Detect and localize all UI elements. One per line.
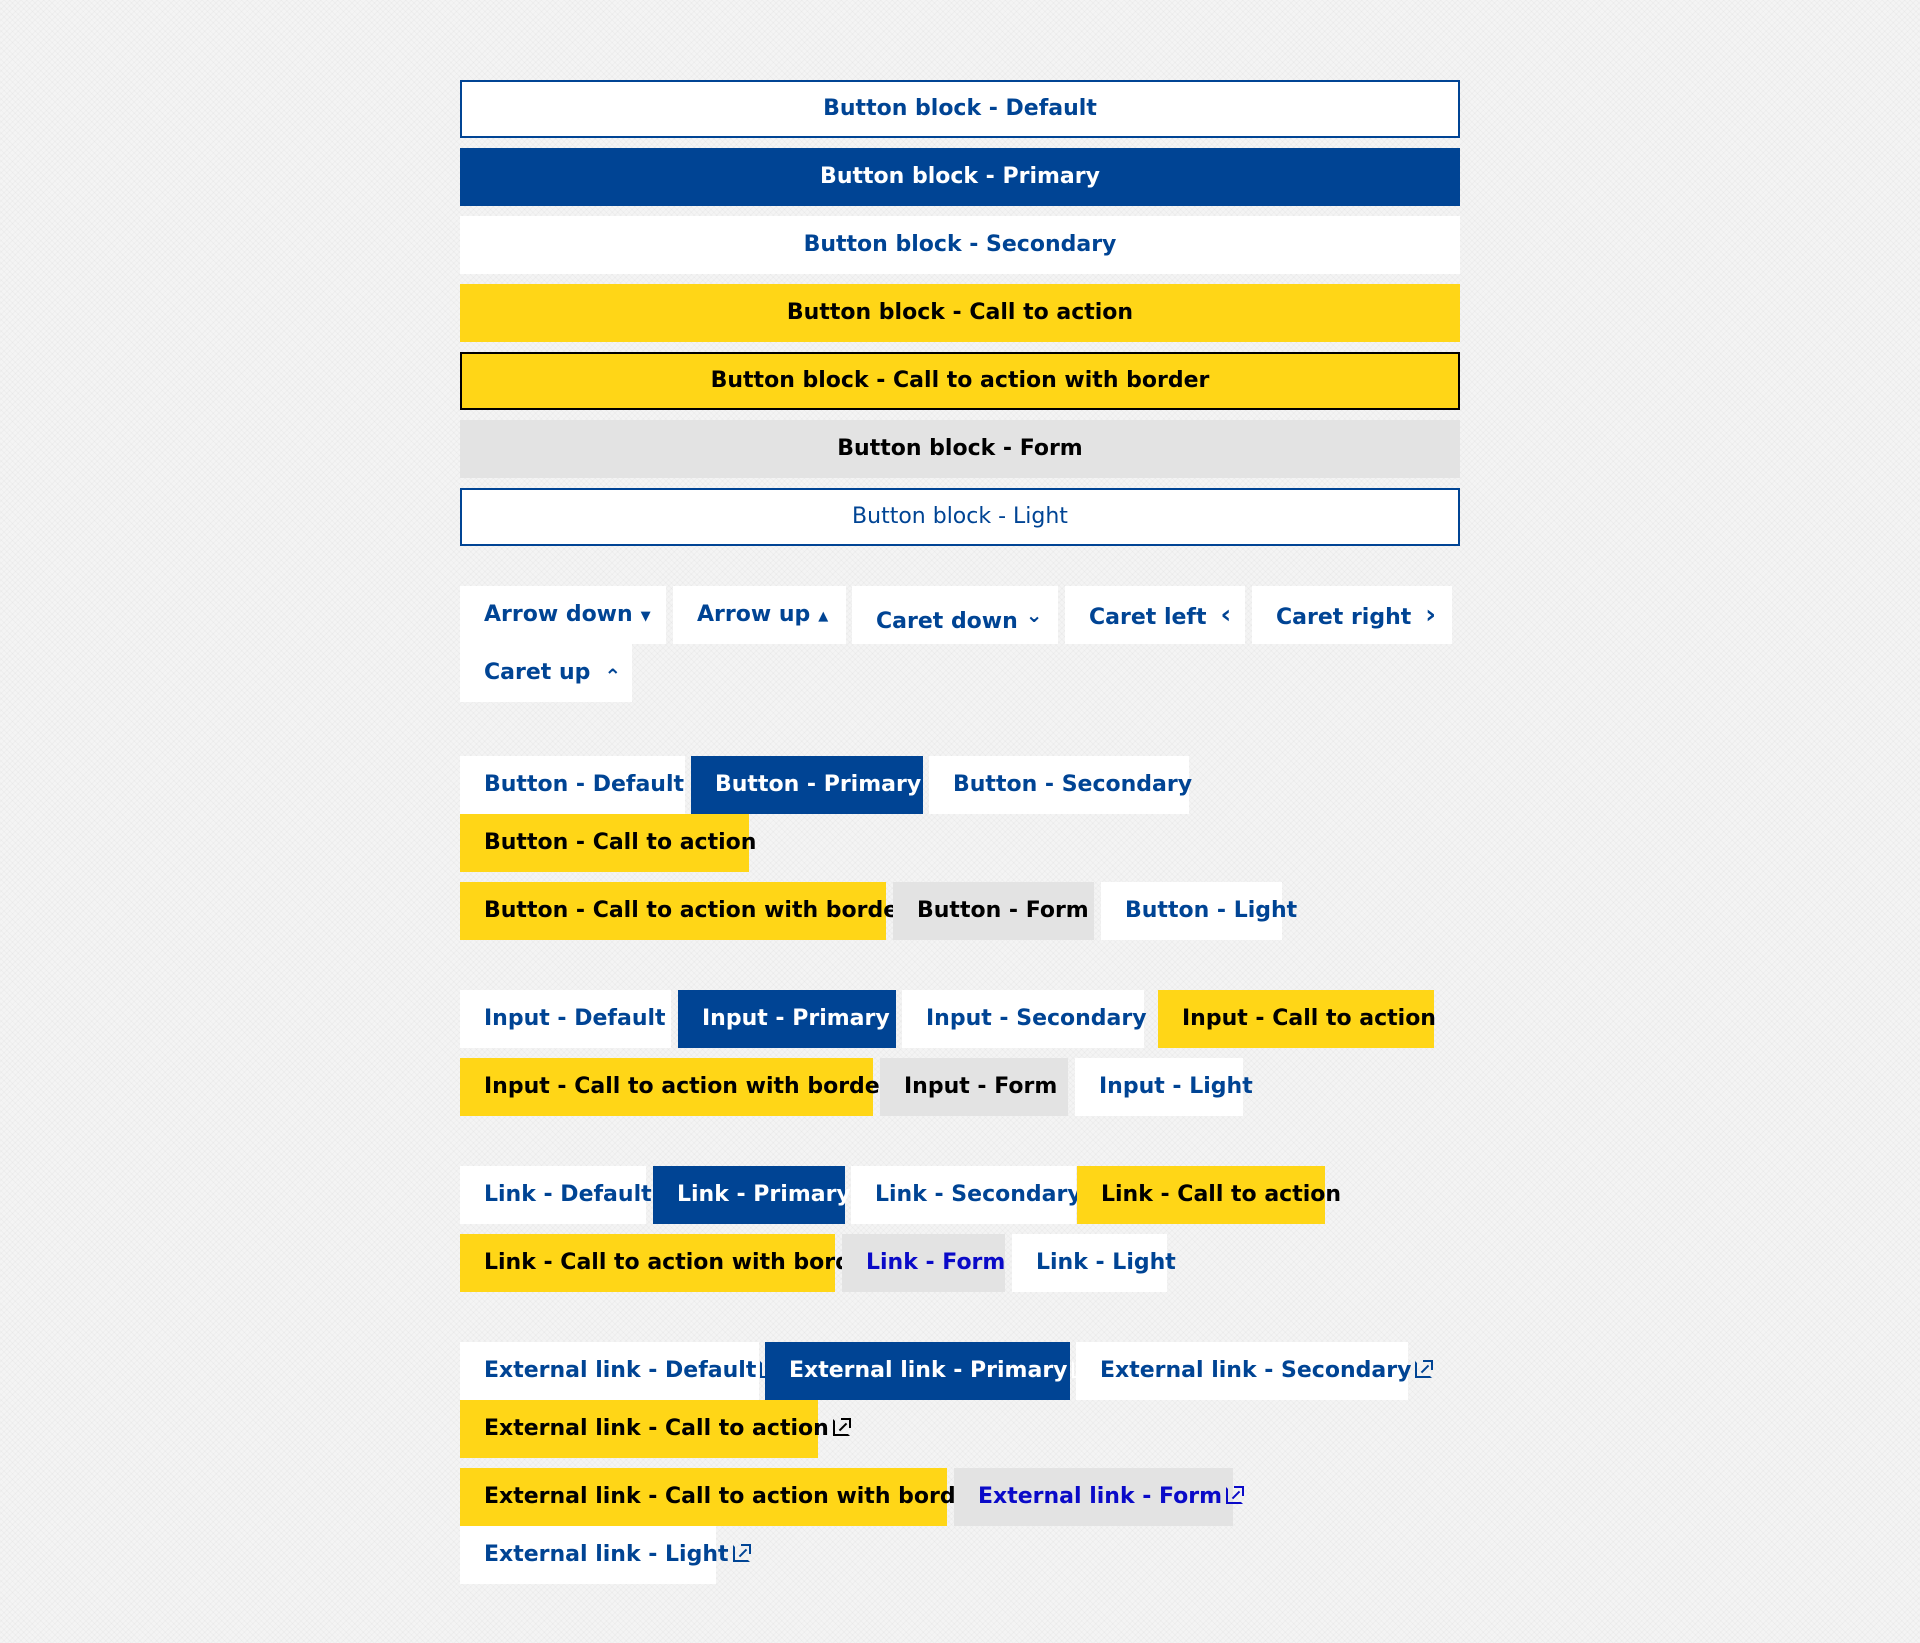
button-primary[interactable]: Button - Primary xyxy=(691,756,923,814)
input-cta-border[interactable]: Input - Call to action with border xyxy=(460,1058,891,1116)
arrow-up-label: Arrow up xyxy=(697,602,811,627)
caret-left-icon: ‹ xyxy=(1220,600,1232,630)
caret-right-icon: › xyxy=(1425,600,1436,630)
button-default[interactable]: Button - Default xyxy=(460,756,685,814)
arrow-down-button[interactable]: Arrow down ▼ xyxy=(460,586,666,644)
caret-up-button[interactable]: Caret up ⌃ xyxy=(460,644,632,702)
input-default[interactable]: Input - Default xyxy=(460,990,671,1048)
link-cta-border[interactable]: Link - Call to action with border xyxy=(460,1234,877,1292)
showcase: Button block - Default Button block - Pri… xyxy=(460,80,1460,1584)
arrow-down-label: Arrow down xyxy=(484,602,633,627)
button-cta[interactable]: Button - Call to action xyxy=(460,814,756,872)
button-light[interactable]: Button - Light xyxy=(1101,882,1297,940)
external-link-default-label: External link - Default xyxy=(484,1358,757,1383)
link-light[interactable]: Link - Light xyxy=(1012,1234,1176,1292)
external-link-primary-label: External link - Primary xyxy=(789,1358,1068,1383)
icon-buttons: Arrow down ▼ Arrow up ▲ Caret down ⌄ Caret … xyxy=(460,586,1460,704)
external-link-light[interactable]: External link - Light xyxy=(460,1526,751,1584)
button-block-cta[interactable]: Button block - Call to action xyxy=(460,284,1460,342)
external-link-cta-border[interactable]: External link - Call to action with bord… xyxy=(460,1468,1004,1526)
link-cta[interactable]: Link - Call to action xyxy=(1077,1166,1341,1224)
caret-down-label: Caret down xyxy=(876,609,1018,634)
caret-up-icon: ⌃ xyxy=(604,664,622,688)
input-cta[interactable]: Input - Call to action xyxy=(1158,990,1436,1048)
button-blocks: Button block - Default Button block - Pri… xyxy=(460,80,1460,546)
button-secondary[interactable]: Button - Secondary xyxy=(929,756,1192,814)
external-link-form[interactable]: External link - Form xyxy=(954,1468,1245,1526)
input-group: Input - Default Input - Primary Input - … xyxy=(460,990,1460,1116)
external-link-cta[interactable]: External link - Call to action xyxy=(460,1400,851,1458)
external-link-primary[interactable]: External link - Primary xyxy=(765,1342,1090,1400)
caret-left-label: Caret left xyxy=(1089,605,1207,630)
button-block-cta-border[interactable]: Button block - Call to action with borde… xyxy=(460,352,1460,410)
button-block-light[interactable]: Button block - Light xyxy=(460,488,1460,546)
caret-left-button[interactable]: Caret left ‹ xyxy=(1065,586,1245,644)
caret-right-label: Caret right xyxy=(1276,605,1412,630)
external-link-icon xyxy=(1226,1486,1245,1504)
button-block-primary[interactable]: Button block - Primary xyxy=(460,148,1460,206)
input-form[interactable]: Input - Form xyxy=(880,1058,1068,1116)
arrow-up-icon: ▲ xyxy=(818,609,829,624)
input-primary[interactable]: Input - Primary xyxy=(678,990,896,1048)
external-link-secondary-label: External link - Secondary xyxy=(1100,1358,1412,1383)
link-secondary[interactable]: Link - Secondary xyxy=(851,1166,1082,1224)
button-block-form[interactable]: Button block - Form xyxy=(460,420,1460,478)
external-link-cta-label: External link - Call to action xyxy=(484,1416,829,1441)
link-default[interactable]: Link - Default xyxy=(460,1166,652,1224)
external-link-icon xyxy=(1415,1360,1434,1378)
caret-right-button[interactable]: Caret right › xyxy=(1252,586,1452,644)
arrow-down-icon: ▼ xyxy=(640,609,651,624)
external-link-icon xyxy=(832,1418,851,1436)
external-link-secondary[interactable]: External link - Secondary xyxy=(1076,1342,1434,1400)
input-light[interactable]: Input - Light xyxy=(1075,1058,1253,1116)
link-primary[interactable]: Link - Primary xyxy=(653,1166,851,1224)
button-group: Button - Default Button - Primary Button… xyxy=(460,756,1460,940)
button-block-secondary[interactable]: Button block - Secondary xyxy=(460,216,1460,274)
arrow-up-button[interactable]: Arrow up ▲ xyxy=(673,586,846,644)
caret-down-button[interactable]: Caret down ⌄ xyxy=(852,586,1058,644)
external-link-cta-border-label: External link - Call to action with bord… xyxy=(484,1484,982,1509)
external-link-icon xyxy=(732,1544,751,1562)
link-group: Link - Default Link - Primary Link - Sec… xyxy=(460,1166,1460,1292)
caret-down-icon: ⌄ xyxy=(1025,603,1043,627)
button-block-default[interactable]: Button block - Default xyxy=(460,80,1460,138)
external-link-form-label: External link - Form xyxy=(978,1484,1223,1509)
caret-up-label: Caret up xyxy=(484,660,591,685)
link-form[interactable]: Link - Form xyxy=(842,1234,1005,1292)
external-link-default[interactable]: External link - Default xyxy=(460,1342,779,1400)
external-link-light-label: External link - Light xyxy=(484,1542,729,1567)
external-link-group: External link - Default External link - … xyxy=(460,1342,1460,1584)
button-form[interactable]: Button - Form xyxy=(893,882,1094,940)
button-cta-border[interactable]: Button - Call to action with border xyxy=(460,882,909,940)
input-secondary[interactable]: Input - Secondary xyxy=(902,990,1147,1048)
